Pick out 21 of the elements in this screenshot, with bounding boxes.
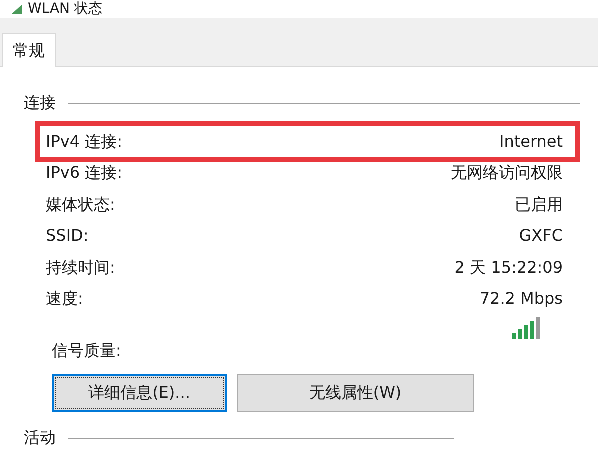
field-value: Internet (499, 132, 563, 151)
tab[interactable]: 常规 (2, 33, 56, 67)
button[interactable]: 详细信息(E)... (52, 374, 227, 412)
group-heading: 活动 (24, 428, 56, 446)
field-value: 无网络访问权限 (451, 163, 563, 182)
window-title: WLAN 状态 (28, 0, 102, 18)
button[interactable]: 无线属性(W) (237, 374, 474, 412)
field-label: IPv4 连接: (46, 132, 122, 151)
signal-bars-icon (512, 316, 542, 338)
field-value: 72.2 Mbps (480, 289, 563, 308)
field-label: 信号质量: (52, 340, 122, 360)
field-value: 2 天 15:22:09 (454, 258, 563, 277)
field-label: 媒体状态: (46, 194, 116, 214)
group-heading: 连接 (24, 93, 56, 112)
field-value: GXFC (519, 226, 563, 246)
field-label: 速度: (46, 289, 84, 308)
field-label: IPv6 连接: (46, 163, 122, 182)
signal-icon (12, 4, 22, 14)
field-value: 已启用 (515, 194, 563, 214)
field-label: SSID: (46, 226, 89, 246)
field-label: 持续时间: (46, 258, 116, 277)
